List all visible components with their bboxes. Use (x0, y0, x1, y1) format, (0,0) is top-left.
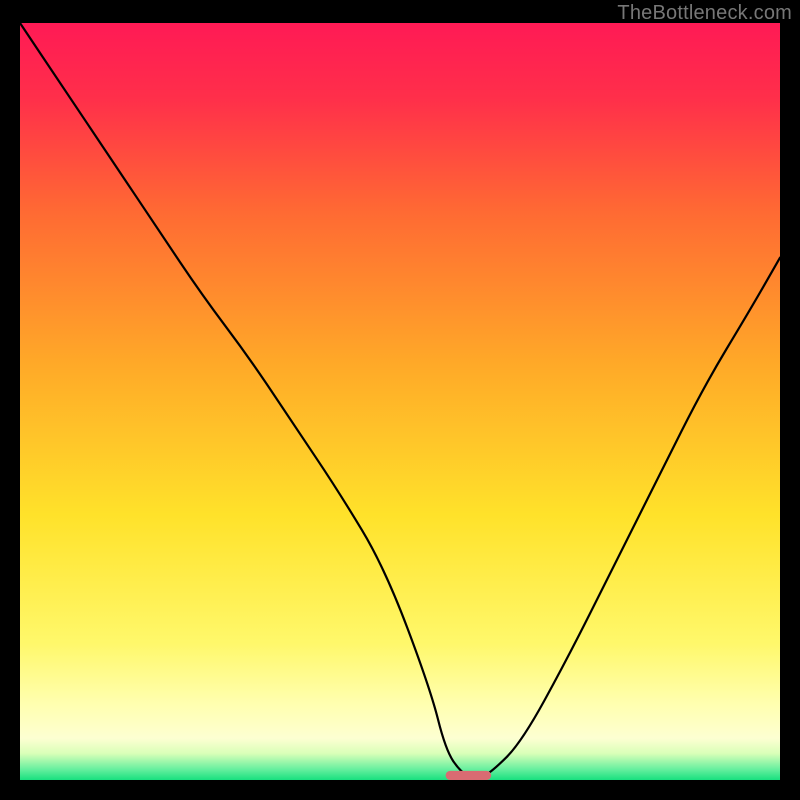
chart-frame: TheBottleneck.com (0, 0, 800, 800)
plot-area (20, 23, 780, 780)
watermark-text: TheBottleneck.com (617, 2, 792, 25)
plot-svg (20, 23, 780, 780)
gradient-background (20, 23, 780, 780)
optimal-marker (446, 771, 492, 780)
